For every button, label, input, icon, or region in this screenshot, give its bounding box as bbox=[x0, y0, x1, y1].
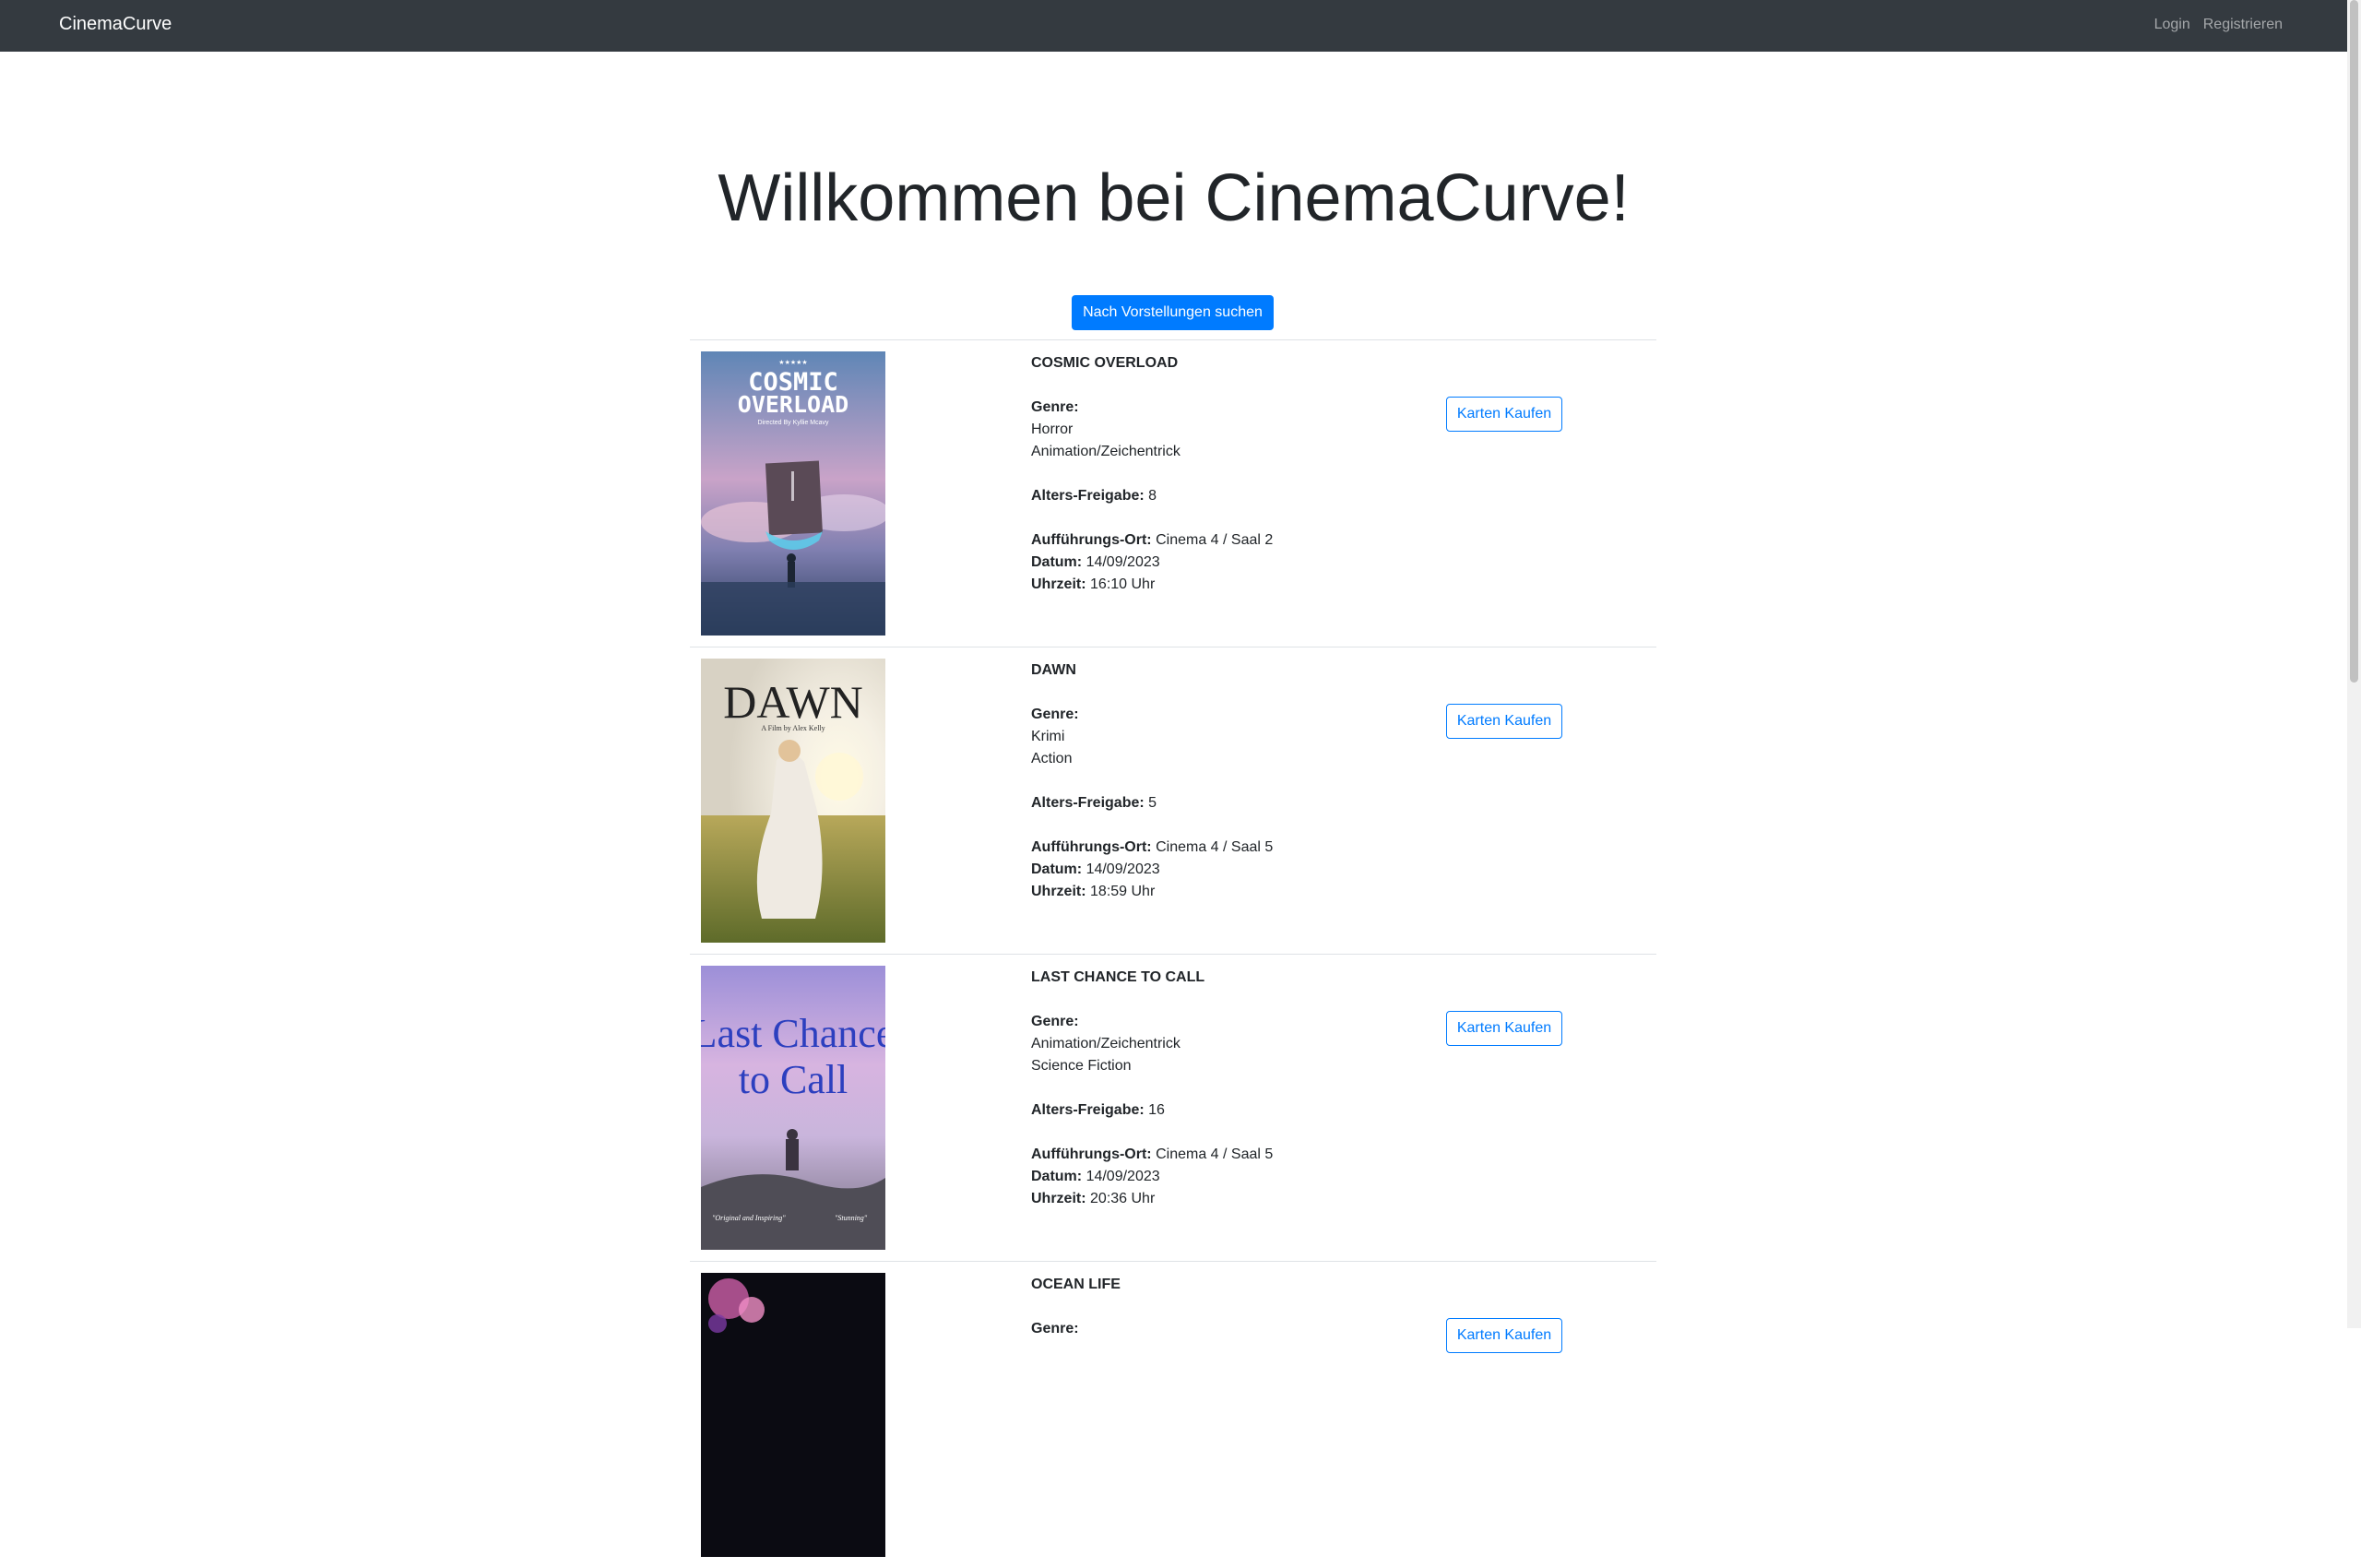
movie-title: COSMIC OVERLOAD bbox=[1031, 355, 1179, 371]
age-label: Alters-Freigabe: bbox=[1031, 795, 1145, 811]
age-value: 8 bbox=[1148, 488, 1157, 504]
search-showings-button[interactable]: Nach Vorstellungen suchen bbox=[1072, 295, 1274, 330]
age-label: Alters-Freigabe: bbox=[1031, 488, 1145, 504]
movie-info: OCEAN LIFE Genre: bbox=[1031, 1274, 1418, 1340]
page-title: Willkommen bei CinemaCurve! bbox=[718, 161, 1630, 235]
movie-item: ★★★★★ COSMIC OVERLOAD Directed By Kyllie… bbox=[690, 339, 1656, 647]
time-value: 16:10 Uhr bbox=[1090, 576, 1156, 592]
poster-stars: ★★★★★ bbox=[778, 359, 807, 366]
buy-tickets-button[interactable]: Karten Kaufen bbox=[1446, 1011, 1562, 1046]
time-label: Uhrzeit: bbox=[1031, 1191, 1086, 1206]
movie-info: COSMIC OVERLOAD Genre: Horror Animation/… bbox=[1031, 352, 1418, 596]
date-label: Datum: bbox=[1031, 861, 1083, 877]
time-value: 20:36 Uhr bbox=[1090, 1191, 1156, 1206]
date-value: 14/09/2023 bbox=[1086, 861, 1160, 877]
movie-poster[interactable] bbox=[701, 1273, 885, 1557]
movie-item: DAWN A Film by Alex Kelly DAWN Genre: Kr… bbox=[690, 647, 1656, 954]
date-value: 14/09/2023 bbox=[1086, 1169, 1160, 1184]
poster-quote: "Stunning" bbox=[835, 1214, 868, 1222]
genre-value: Science Fiction bbox=[1031, 1058, 1132, 1074]
poster-quote: "Original and Inspiring" bbox=[712, 1214, 786, 1222]
age-label: Alters-Freigabe: bbox=[1031, 1102, 1145, 1118]
genre-value: Animation/Zeichentrick bbox=[1031, 1036, 1180, 1051]
venue-label: Aufführungs-Ort: bbox=[1031, 839, 1152, 855]
time-value: 18:59 Uhr bbox=[1090, 884, 1156, 899]
venue-label: Aufführungs-Ort: bbox=[1031, 1146, 1152, 1162]
poster-title-line1: DAWN bbox=[723, 676, 863, 728]
movie-list: ★★★★★ COSMIC OVERLOAD Directed By Kyllie… bbox=[690, 339, 1656, 1568]
movie-info: DAWN Genre: Krimi Action Alters-Freigabe… bbox=[1031, 659, 1418, 903]
genre-label: Genre: bbox=[1031, 707, 1079, 722]
buy-tickets-button[interactable]: Karten Kaufen bbox=[1446, 1318, 1562, 1353]
genre-value: Krimi bbox=[1031, 729, 1065, 744]
movie-poster[interactable]: DAWN A Film by Alex Kelly bbox=[701, 659, 885, 943]
venue-value: Cinema 4 / Saal 2 bbox=[1156, 532, 1274, 548]
venue-value: Cinema 4 / Saal 5 bbox=[1156, 839, 1274, 855]
time-label: Uhrzeit: bbox=[1031, 576, 1086, 592]
poster-subtitle: Directed By Kyllie Mcavy bbox=[757, 420, 829, 426]
genre-value: Animation/Zeichentrick bbox=[1031, 444, 1180, 459]
genre-label: Genre: bbox=[1031, 1014, 1079, 1029]
movie-poster[interactable]: ★★★★★ COSMIC OVERLOAD Directed By Kyllie… bbox=[701, 351, 885, 636]
movie-title: OCEAN LIFE bbox=[1031, 1277, 1121, 1292]
movie-item: Last Chance to Call "Original and Inspir… bbox=[690, 954, 1656, 1261]
movie-item: OCEAN LIFE Genre: Karten Kaufen bbox=[690, 1261, 1656, 1568]
buy-tickets-button[interactable]: Karten Kaufen bbox=[1446, 397, 1562, 432]
date-label: Datum: bbox=[1031, 1169, 1083, 1184]
poster-title-line1: Last Chance bbox=[701, 1011, 885, 1056]
age-value: 5 bbox=[1148, 795, 1157, 811]
movie-title: DAWN bbox=[1031, 662, 1076, 678]
date-label: Datum: bbox=[1031, 554, 1083, 570]
age-value: 16 bbox=[1148, 1102, 1165, 1118]
login-link[interactable]: Login bbox=[2154, 17, 2190, 33]
venue-label: Aufführungs-Ort: bbox=[1031, 532, 1152, 548]
genre-label: Genre: bbox=[1031, 1321, 1079, 1336]
register-link[interactable]: Registrieren bbox=[2203, 17, 2283, 33]
date-value: 14/09/2023 bbox=[1086, 554, 1160, 570]
movie-info: LAST CHANCE TO CALL Genre: Animation/Zei… bbox=[1031, 967, 1418, 1210]
genre-value: Action bbox=[1031, 751, 1073, 766]
navbar: CinemaCurve Login Registrieren bbox=[0, 0, 2347, 52]
venue-value: Cinema 4 / Saal 5 bbox=[1156, 1146, 1274, 1162]
time-label: Uhrzeit: bbox=[1031, 884, 1086, 899]
page-scrollbar[interactable] bbox=[2347, 0, 2361, 1328]
buy-tickets-button[interactable]: Karten Kaufen bbox=[1446, 704, 1562, 739]
movie-title: LAST CHANCE TO CALL bbox=[1031, 969, 1205, 985]
poster-title-line2: OVERLOAD bbox=[738, 391, 848, 418]
brand-logo[interactable]: CinemaCurve bbox=[59, 14, 172, 35]
scrollbar-thumb[interactable] bbox=[2350, 0, 2358, 683]
genre-label: Genre: bbox=[1031, 399, 1079, 415]
genre-value: Horror bbox=[1031, 422, 1074, 437]
nav-links: Login Registrieren bbox=[2154, 17, 2283, 33]
poster-subtitle: A Film by Alex Kelly bbox=[761, 724, 825, 732]
movie-poster[interactable]: Last Chance to Call "Original and Inspir… bbox=[701, 966, 885, 1250]
poster-title-line2: to Call bbox=[739, 1057, 848, 1102]
